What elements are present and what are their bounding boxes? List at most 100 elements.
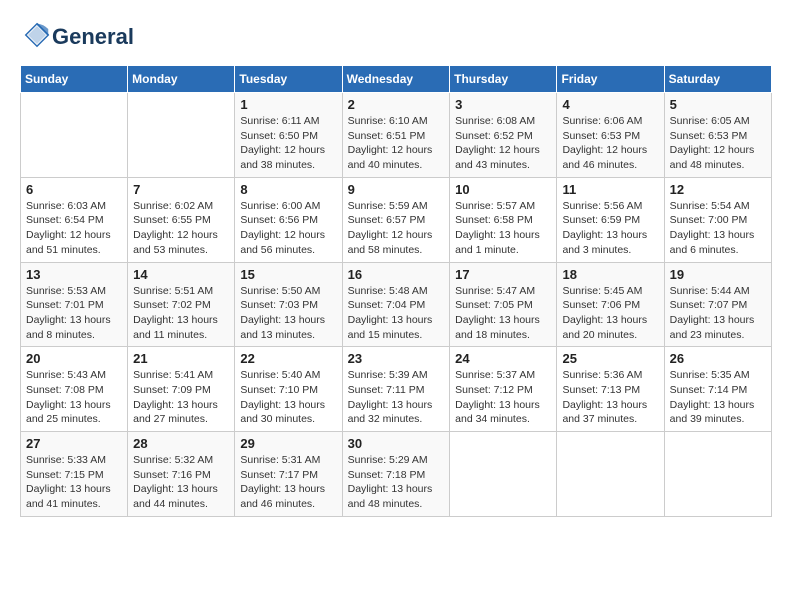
day-info: Sunrise: 5:36 AM Sunset: 7:13 PM Dayligh… (562, 368, 658, 427)
calendar-cell: 29 Sunrise: 5:31 AM Sunset: 7:17 PM Dayl… (235, 432, 342, 517)
calendar-cell: 19 Sunrise: 5:44 AM Sunset: 7:07 PM Dayl… (664, 262, 771, 347)
day-number: 15 (240, 267, 336, 282)
weekday-header: Friday (557, 66, 664, 93)
day-info: Sunrise: 5:43 AM Sunset: 7:08 PM Dayligh… (26, 368, 122, 427)
day-info: Sunrise: 5:54 AM Sunset: 7:00 PM Dayligh… (670, 199, 766, 258)
calendar-cell: 21 Sunrise: 5:41 AM Sunset: 7:09 PM Dayl… (128, 347, 235, 432)
calendar-week-row: 6 Sunrise: 6:03 AM Sunset: 6:54 PM Dayli… (21, 177, 772, 262)
calendar-cell: 30 Sunrise: 5:29 AM Sunset: 7:18 PM Dayl… (342, 432, 450, 517)
calendar-cell: 9 Sunrise: 5:59 AM Sunset: 6:57 PM Dayli… (342, 177, 450, 262)
calendar-cell: 24 Sunrise: 5:37 AM Sunset: 7:12 PM Dayl… (450, 347, 557, 432)
calendar-cell: 11 Sunrise: 5:56 AM Sunset: 6:59 PM Dayl… (557, 177, 664, 262)
day-number: 19 (670, 267, 766, 282)
day-info: Sunrise: 6:06 AM Sunset: 6:53 PM Dayligh… (562, 114, 658, 173)
day-number: 2 (348, 97, 445, 112)
weekday-header: Monday (128, 66, 235, 93)
day-info: Sunrise: 6:10 AM Sunset: 6:51 PM Dayligh… (348, 114, 445, 173)
day-info: Sunrise: 5:35 AM Sunset: 7:14 PM Dayligh… (670, 368, 766, 427)
logo: General (20, 20, 134, 55)
calendar-cell (664, 432, 771, 517)
day-info: Sunrise: 5:53 AM Sunset: 7:01 PM Dayligh… (26, 284, 122, 343)
calendar-cell: 25 Sunrise: 5:36 AM Sunset: 7:13 PM Dayl… (557, 347, 664, 432)
calendar-cell (128, 93, 235, 178)
day-info: Sunrise: 6:05 AM Sunset: 6:53 PM Dayligh… (670, 114, 766, 173)
day-info: Sunrise: 5:37 AM Sunset: 7:12 PM Dayligh… (455, 368, 551, 427)
day-info: Sunrise: 6:02 AM Sunset: 6:55 PM Dayligh… (133, 199, 229, 258)
calendar-cell: 5 Sunrise: 6:05 AM Sunset: 6:53 PM Dayli… (664, 93, 771, 178)
calendar-cell: 13 Sunrise: 5:53 AM Sunset: 7:01 PM Dayl… (21, 262, 128, 347)
day-number: 17 (455, 267, 551, 282)
calendar-cell: 12 Sunrise: 5:54 AM Sunset: 7:00 PM Dayl… (664, 177, 771, 262)
calendar-cell: 16 Sunrise: 5:48 AM Sunset: 7:04 PM Dayl… (342, 262, 450, 347)
calendar-cell: 14 Sunrise: 5:51 AM Sunset: 7:02 PM Dayl… (128, 262, 235, 347)
calendar-cell: 2 Sunrise: 6:10 AM Sunset: 6:51 PM Dayli… (342, 93, 450, 178)
logo-icon (22, 20, 52, 50)
day-info: Sunrise: 6:11 AM Sunset: 6:50 PM Dayligh… (240, 114, 336, 173)
day-number: 23 (348, 351, 445, 366)
weekday-header: Saturday (664, 66, 771, 93)
day-number: 30 (348, 436, 445, 451)
day-number: 5 (670, 97, 766, 112)
calendar-week-row: 13 Sunrise: 5:53 AM Sunset: 7:01 PM Dayl… (21, 262, 772, 347)
day-number: 16 (348, 267, 445, 282)
calendar-cell (21, 93, 128, 178)
day-info: Sunrise: 5:50 AM Sunset: 7:03 PM Dayligh… (240, 284, 336, 343)
day-number: 6 (26, 182, 122, 197)
calendar-cell: 18 Sunrise: 5:45 AM Sunset: 7:06 PM Dayl… (557, 262, 664, 347)
day-number: 13 (26, 267, 122, 282)
calendar-cell (450, 432, 557, 517)
calendar-cell: 22 Sunrise: 5:40 AM Sunset: 7:10 PM Dayl… (235, 347, 342, 432)
calendar-week-row: 20 Sunrise: 5:43 AM Sunset: 7:08 PM Dayl… (21, 347, 772, 432)
logo-text: General (52, 25, 134, 49)
day-info: Sunrise: 5:39 AM Sunset: 7:11 PM Dayligh… (348, 368, 445, 427)
calendar-cell: 23 Sunrise: 5:39 AM Sunset: 7:11 PM Dayl… (342, 347, 450, 432)
day-info: Sunrise: 5:41 AM Sunset: 7:09 PM Dayligh… (133, 368, 229, 427)
weekday-header: Wednesday (342, 66, 450, 93)
weekday-header: Tuesday (235, 66, 342, 93)
day-info: Sunrise: 6:00 AM Sunset: 6:56 PM Dayligh… (240, 199, 336, 258)
day-number: 4 (562, 97, 658, 112)
calendar-cell (557, 432, 664, 517)
day-number: 24 (455, 351, 551, 366)
calendar-cell: 1 Sunrise: 6:11 AM Sunset: 6:50 PM Dayli… (235, 93, 342, 178)
weekday-header-row: SundayMondayTuesdayWednesdayThursdayFrid… (21, 66, 772, 93)
day-number: 25 (562, 351, 658, 366)
day-number: 7 (133, 182, 229, 197)
weekday-header: Thursday (450, 66, 557, 93)
day-info: Sunrise: 5:31 AM Sunset: 7:17 PM Dayligh… (240, 453, 336, 512)
calendar-cell: 20 Sunrise: 5:43 AM Sunset: 7:08 PM Dayl… (21, 347, 128, 432)
calendar-week-row: 1 Sunrise: 6:11 AM Sunset: 6:50 PM Dayli… (21, 93, 772, 178)
calendar-week-row: 27 Sunrise: 5:33 AM Sunset: 7:15 PM Dayl… (21, 432, 772, 517)
day-info: Sunrise: 5:48 AM Sunset: 7:04 PM Dayligh… (348, 284, 445, 343)
day-info: Sunrise: 5:44 AM Sunset: 7:07 PM Dayligh… (670, 284, 766, 343)
day-info: Sunrise: 5:29 AM Sunset: 7:18 PM Dayligh… (348, 453, 445, 512)
day-info: Sunrise: 5:59 AM Sunset: 6:57 PM Dayligh… (348, 199, 445, 258)
day-number: 3 (455, 97, 551, 112)
calendar-cell: 26 Sunrise: 5:35 AM Sunset: 7:14 PM Dayl… (664, 347, 771, 432)
calendar-cell: 6 Sunrise: 6:03 AM Sunset: 6:54 PM Dayli… (21, 177, 128, 262)
day-info: Sunrise: 5:57 AM Sunset: 6:58 PM Dayligh… (455, 199, 551, 258)
day-number: 22 (240, 351, 336, 366)
day-info: Sunrise: 6:08 AM Sunset: 6:52 PM Dayligh… (455, 114, 551, 173)
day-info: Sunrise: 5:47 AM Sunset: 7:05 PM Dayligh… (455, 284, 551, 343)
day-info: Sunrise: 5:40 AM Sunset: 7:10 PM Dayligh… (240, 368, 336, 427)
calendar-cell: 3 Sunrise: 6:08 AM Sunset: 6:52 PM Dayli… (450, 93, 557, 178)
day-info: Sunrise: 5:51 AM Sunset: 7:02 PM Dayligh… (133, 284, 229, 343)
calendar-cell: 17 Sunrise: 5:47 AM Sunset: 7:05 PM Dayl… (450, 262, 557, 347)
calendar-cell: 28 Sunrise: 5:32 AM Sunset: 7:16 PM Dayl… (128, 432, 235, 517)
calendar-cell: 7 Sunrise: 6:02 AM Sunset: 6:55 PM Dayli… (128, 177, 235, 262)
day-info: Sunrise: 5:32 AM Sunset: 7:16 PM Dayligh… (133, 453, 229, 512)
day-number: 12 (670, 182, 766, 197)
page-header: General (20, 20, 772, 55)
day-number: 9 (348, 182, 445, 197)
calendar-cell: 10 Sunrise: 5:57 AM Sunset: 6:58 PM Dayl… (450, 177, 557, 262)
calendar-table: SundayMondayTuesdayWednesdayThursdayFrid… (20, 65, 772, 517)
day-number: 18 (562, 267, 658, 282)
weekday-header: Sunday (21, 66, 128, 93)
calendar-cell: 15 Sunrise: 5:50 AM Sunset: 7:03 PM Dayl… (235, 262, 342, 347)
day-info: Sunrise: 6:03 AM Sunset: 6:54 PM Dayligh… (26, 199, 122, 258)
day-number: 1 (240, 97, 336, 112)
day-number: 10 (455, 182, 551, 197)
day-number: 29 (240, 436, 336, 451)
day-info: Sunrise: 5:45 AM Sunset: 7:06 PM Dayligh… (562, 284, 658, 343)
